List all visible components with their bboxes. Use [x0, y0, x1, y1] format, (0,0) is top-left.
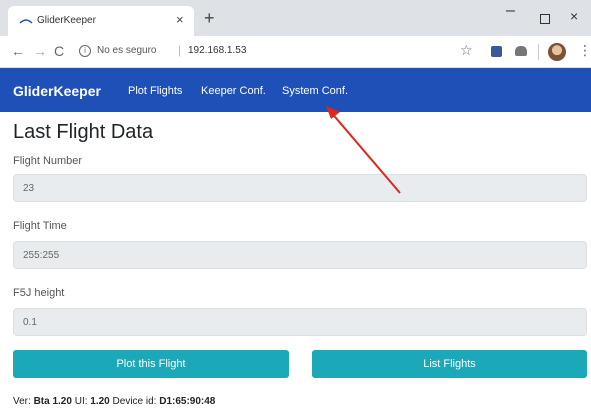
flight-time-value: 255:255: [23, 250, 60, 261]
tab-close-icon[interactable]: ×: [176, 12, 184, 28]
window-maximize-icon[interactable]: [540, 14, 550, 24]
new-tab-button[interactable]: +: [204, 9, 215, 27]
device-id-label: Device id:: [112, 396, 157, 407]
flight-time-field[interactable]: 255:255: [13, 241, 587, 269]
f5j-height-value: 0.1: [23, 317, 37, 328]
list-flights-button[interactable]: List Flights: [312, 350, 587, 378]
address-url[interactable]: 192.168.1.53: [188, 45, 246, 56]
f5j-height-field[interactable]: 0.1: [13, 308, 587, 336]
kebab-menu-icon[interactable]: ⋮: [578, 43, 591, 57]
flight-number-field[interactable]: 23: [13, 174, 587, 202]
f5j-height-label: F5J height: [13, 287, 65, 299]
nav-link-system-conf[interactable]: System Conf.: [282, 85, 348, 97]
flight-number-label: Flight Number: [13, 155, 83, 167]
browser-tabstrip: GliderKeeper × + – ×: [0, 0, 591, 36]
ver-label: Ver:: [13, 396, 31, 407]
plot-this-flight-button[interactable]: Plot this Flight: [13, 350, 289, 378]
bookmark-star-icon[interactable]: ☆: [460, 42, 473, 59]
flight-number-value: 23: [23, 183, 35, 194]
browser-tab[interactable]: GliderKeeper ×: [8, 6, 194, 36]
ui-value: 1.20: [90, 396, 110, 407]
app-navbar: GliderKeeper Plot Flights Keeper Conf. S…: [0, 68, 591, 112]
version-footer: Ver: Bta 1.20 UI: 1.20 Device id: D1:65:…: [13, 396, 215, 407]
device-id-value: D1:65:90:48: [159, 396, 216, 407]
ui-label: UI:: [74, 396, 88, 407]
security-label[interactable]: No es seguro: [97, 45, 156, 56]
ver-value: Bta 1.20: [33, 396, 72, 407]
info-icon[interactable]: i: [79, 45, 91, 57]
forward-arrow-icon[interactable]: →: [33, 43, 47, 59]
nav-link-keeper-conf[interactable]: Keeper Conf.: [201, 85, 266, 97]
reload-icon[interactable]: C: [54, 43, 64, 59]
toolbar-divider: [538, 44, 539, 60]
back-arrow-icon[interactable]: ←: [11, 43, 25, 59]
glider-favicon-icon: [19, 19, 33, 24]
address-separator: |: [178, 43, 182, 57]
tab-title: GliderKeeper: [37, 15, 96, 26]
nav-link-plot-flights[interactable]: Plot Flights: [128, 85, 182, 97]
extension-icon[interactable]: [491, 46, 502, 57]
flight-time-label: Flight Time: [13, 220, 67, 232]
brand-logo-text[interactable]: GliderKeeper: [13, 83, 101, 99]
window-close-icon[interactable]: ×: [570, 8, 578, 24]
window-minimize-icon[interactable]: –: [506, 2, 515, 20]
profile-avatar[interactable]: [548, 43, 566, 61]
browser-toolbar: ← → C i No es seguro | 192.168.1.53 ☆ ⋮: [0, 36, 591, 68]
page-title: Last Flight Data: [13, 121, 154, 143]
cloud-extension-icon[interactable]: [515, 46, 527, 56]
